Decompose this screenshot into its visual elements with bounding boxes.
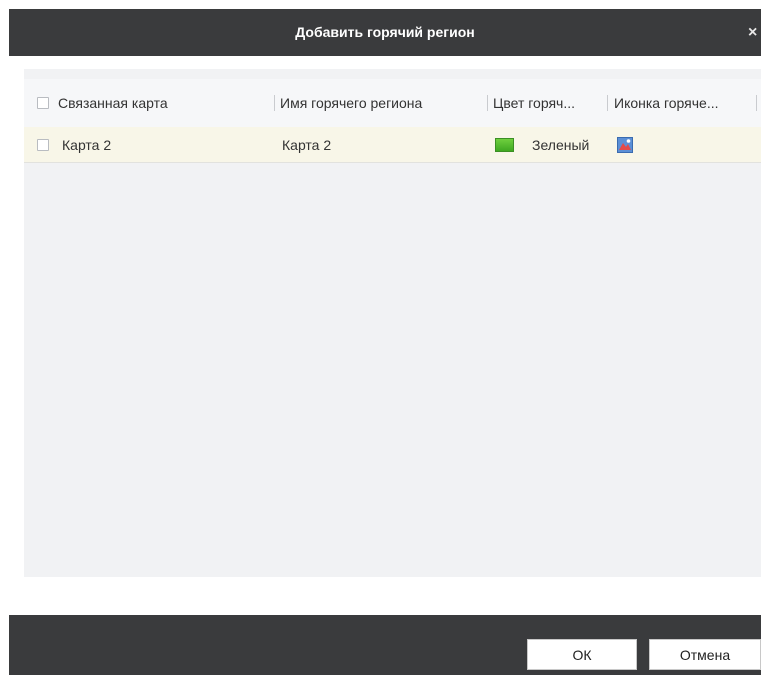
dialog-title: Добавить горячий регион (295, 24, 475, 40)
outer-background-left (0, 0, 9, 685)
row-checkbox[interactable] (37, 139, 49, 151)
cell-hot-region-name: Карта 2 (282, 137, 332, 153)
column-header-linked-map[interactable]: Связанная карта (58, 79, 168, 127)
close-button[interactable]: × (748, 9, 761, 56)
cell-linked-map: Карта 2 (62, 137, 112, 153)
cancel-button[interactable]: Отмена (649, 639, 761, 670)
column-separator (487, 95, 488, 111)
ok-button[interactable]: ОК (527, 639, 637, 670)
cell-color-label: Зеленый (532, 137, 590, 153)
column-separator (756, 95, 757, 111)
column-header-hot-region-color[interactable]: Цвет горяч... (493, 79, 575, 127)
select-all-checkbox[interactable] (37, 97, 49, 109)
column-header-hot-region-name[interactable]: Имя горячего региона (280, 79, 422, 127)
dialog-footer: ОК Отмена (9, 615, 761, 675)
dialog-titlebar: Добавить горячий регион × (9, 9, 761, 56)
column-separator (274, 95, 275, 111)
hot-region-table: Связанная карта Имя горячего региона Цве… (24, 69, 761, 577)
green-color-swatch (495, 138, 514, 152)
table-header: Связанная карта Имя горячего региона Цве… (24, 79, 761, 127)
column-header-hot-region-icon[interactable]: Иконка горяче... (614, 79, 719, 127)
table-row[interactable]: Карта 2 Карта 2 Зеленый (24, 127, 761, 163)
add-hot-region-dialog: Добавить горячий регион × Связанная карт… (9, 9, 761, 675)
outer-background-bottom (0, 675, 761, 685)
hot-region-icon[interactable] (617, 137, 633, 153)
column-separator (607, 95, 608, 111)
